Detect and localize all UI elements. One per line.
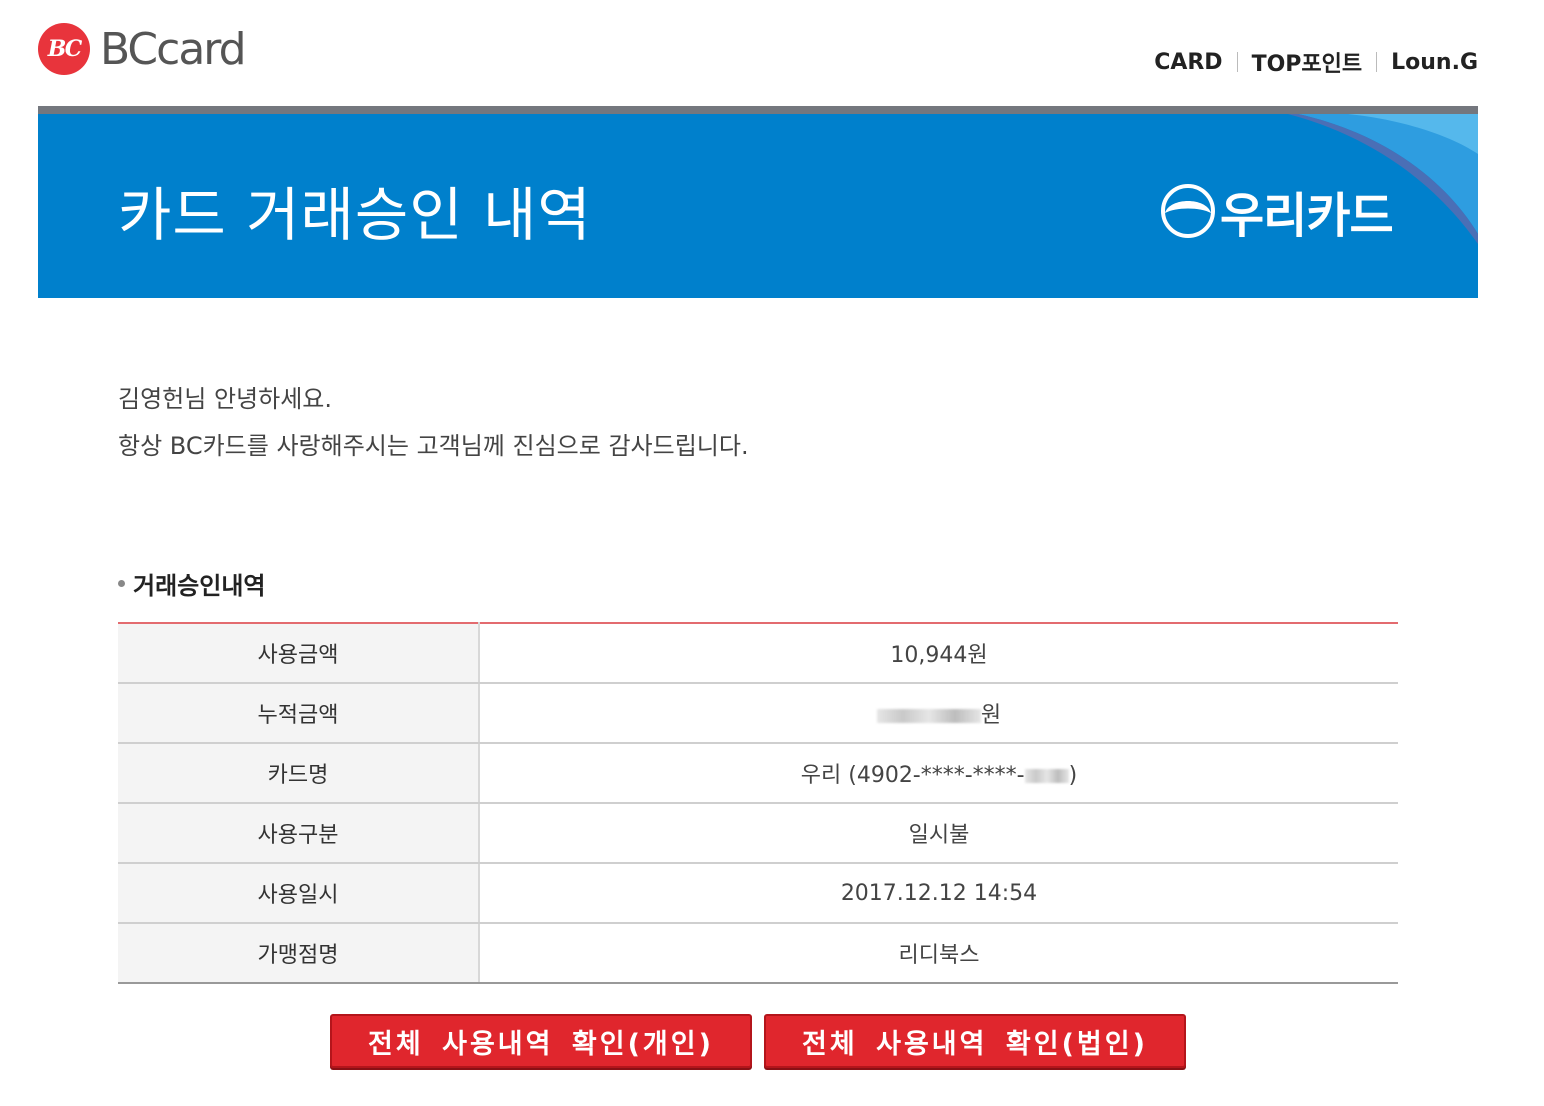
table-row: 가맹점명 리디북스	[118, 923, 1398, 984]
amount-label: 사용금액	[118, 622, 480, 684]
table-row: 누적금액 원	[118, 683, 1398, 744]
woori-logo-text: 우리카드	[1220, 188, 1394, 244]
bullet-icon	[118, 580, 125, 587]
greeting-line-1: 김영헌님 안녕하세요.	[118, 385, 332, 413]
cumulative-currency: 원	[980, 703, 1002, 728]
woori-card-logo: 우리카드	[1160, 176, 1394, 246]
payment-type-value: 일시불	[479, 803, 1398, 864]
datetime-value: 2017.12.12 14:54	[479, 863, 1398, 924]
greeting-message: 김영헌님 안녕하세요. 항상 BC카드를 사랑해주시는 고객님께 진심으로 감사…	[118, 376, 749, 470]
bccard-logo-text: BCcard	[100, 23, 247, 75]
banner-top-bar	[38, 106, 1478, 114]
merchant-label: 가맹점명	[118, 923, 480, 984]
top-navigation: CARD TOP포인트 Loun.G	[1154, 46, 1478, 78]
nav-top-point-link[interactable]: TOP포인트	[1252, 46, 1363, 78]
payment-type-label: 사용구분	[118, 803, 480, 864]
table-row: 사용구분 일시불	[118, 803, 1398, 864]
nav-card-link[interactable]: CARD	[1154, 50, 1222, 75]
section-title-text: 거래승인내역	[133, 572, 266, 600]
nav-lounge-link[interactable]: Loun.G	[1391, 50, 1478, 75]
nav-divider	[1376, 52, 1378, 72]
woori-logo-icon	[1161, 184, 1215, 238]
merchant-value: 리디북스	[479, 923, 1398, 984]
card-value: 우리 (4902-****-****-)	[479, 743, 1398, 804]
greeting-line-2: 항상 BC카드를 사랑해주시는 고객님께 진심으로 감사드립니다.	[118, 432, 749, 460]
card-number-suffix: )	[1068, 763, 1078, 788]
title-banner: 카드 거래승인 내역 우리카드	[38, 114, 1478, 298]
section-title: 거래승인내역	[118, 566, 265, 601]
bccard-logo[interactable]: BC BCcard	[38, 22, 247, 76]
view-all-personal-button[interactable]: 전체 사용내역 확인(개인)	[330, 1014, 752, 1068]
nav-divider	[1236, 52, 1238, 72]
datetime-label: 사용일시	[118, 863, 480, 924]
cumulative-value: 원	[479, 683, 1398, 744]
card-number-prefix: 우리 (4902-****-****-	[800, 763, 1025, 788]
redacted-card-digits	[1024, 769, 1069, 783]
view-all-corporate-button[interactable]: 전체 사용내역 확인(법인)	[764, 1014, 1186, 1068]
table-row: 사용일시 2017.12.12 14:54	[118, 863, 1398, 924]
cumulative-label: 누적금액	[118, 683, 480, 744]
amount-value: 10,944원	[479, 622, 1398, 684]
bc-logo-mark-icon: BC	[38, 23, 90, 75]
redacted-amount	[876, 709, 981, 723]
approval-details-table: 사용금액 10,944원 누적금액 원 카드명 우리 (4902-****-**…	[118, 622, 1398, 984]
page-title: 카드 거래승인 내역	[118, 181, 592, 249]
table-row: 사용금액 10,944원	[118, 622, 1398, 684]
table-row: 카드명 우리 (4902-****-****-)	[118, 743, 1398, 804]
card-label: 카드명	[118, 743, 480, 804]
